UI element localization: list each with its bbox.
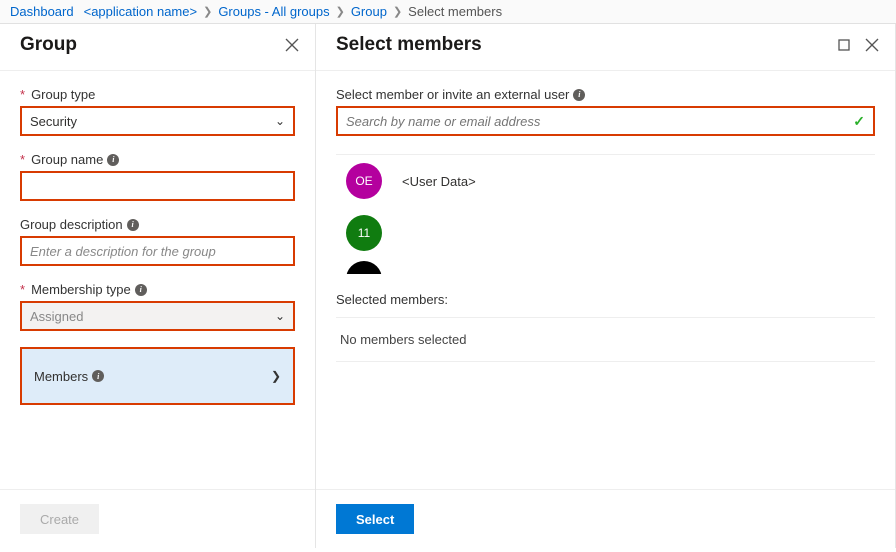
chevron-right-icon: ❯ (271, 369, 281, 383)
info-icon: i (92, 370, 104, 382)
selected-members-label: Selected members: (336, 292, 875, 307)
selected-members-empty: No members selected (336, 317, 875, 362)
breadcrumb-current: Select members (408, 4, 502, 19)
group-desc-input[interactable] (30, 244, 285, 259)
group-desc-label: Group description i (20, 217, 295, 232)
group-name-label: *Group name i (20, 152, 295, 167)
result-name: <User Data> (402, 174, 476, 189)
avatar: OE (346, 163, 382, 199)
select-button[interactable]: Select (336, 504, 414, 534)
group-type-label: *Group type (20, 87, 295, 102)
chevron-right-icon: ❯ (393, 5, 402, 18)
member-search-input[interactable] (346, 114, 853, 129)
list-item[interactable] (336, 259, 875, 274)
group-desc-input-wrap (20, 236, 295, 266)
chevron-right-icon: ❯ (203, 5, 212, 18)
avatar (346, 261, 382, 274)
membership-type-select[interactable]: Assigned ⌄ (20, 301, 295, 331)
group-name-input-wrap (20, 171, 295, 201)
avatar: 11 (346, 215, 382, 251)
results-list[interactable]: OE <User Data> 11 (336, 154, 875, 274)
list-item[interactable]: OE <User Data> (336, 155, 875, 207)
chevron-right-icon: ❯ (336, 5, 345, 18)
members-label: Members (34, 369, 88, 384)
info-icon[interactable]: i (107, 154, 119, 166)
chevron-down-icon: ⌄ (275, 309, 285, 323)
breadcrumb-app[interactable]: <application name> (84, 4, 197, 19)
group-type-select[interactable]: Security ⌄ (20, 106, 295, 136)
restore-icon[interactable] (837, 38, 851, 52)
group-name-input[interactable] (30, 179, 285, 194)
search-label: Select member or invite an external user… (336, 87, 875, 102)
check-icon: ✓ (853, 113, 865, 130)
member-search-wrap: ✓ (336, 106, 875, 136)
info-icon[interactable]: i (127, 219, 139, 231)
group-panel-title: Group (20, 34, 77, 56)
info-icon[interactable]: i (573, 89, 585, 101)
breadcrumb: Dashboard <application name> ❯ Groups - … (0, 0, 896, 24)
members-button[interactable]: Members i ❯ (22, 349, 293, 403)
close-icon[interactable] (285, 38, 299, 52)
group-panel: Group *Group type Security ⌄ *Group name (0, 24, 316, 548)
breadcrumb-group[interactable]: Group (351, 4, 387, 19)
membership-type-label: *Membership type i (20, 282, 295, 297)
select-members-panel: Select members Select member or invite a… (316, 24, 896, 548)
breadcrumb-groups[interactable]: Groups - All groups (218, 4, 329, 19)
chevron-down-icon: ⌄ (275, 114, 285, 128)
close-icon[interactable] (865, 38, 879, 52)
breadcrumb-dashboard[interactable]: Dashboard (10, 4, 74, 19)
list-item[interactable]: 11 (336, 207, 875, 259)
select-members-title: Select members (336, 34, 482, 56)
info-icon[interactable]: i (135, 284, 147, 296)
create-button[interactable]: Create (20, 504, 99, 534)
